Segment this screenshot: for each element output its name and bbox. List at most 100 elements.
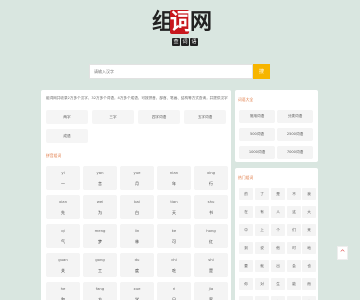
hot-tag[interactable]: 了	[255, 188, 269, 200]
hot-tag[interactable]: 生	[271, 278, 285, 290]
pinyin-cell[interactable]: xian 先	[46, 195, 80, 219]
hot-tag[interactable]: 对	[255, 278, 269, 290]
hot-tag[interactable]: 时	[287, 242, 301, 254]
pinyin-cell[interactable]: hong 红	[194, 224, 228, 248]
hot-tag[interactable]: 是	[271, 188, 285, 200]
hot-tag[interactable]: 个	[271, 224, 285, 236]
vocab-link[interactable]: 常用词语	[239, 110, 275, 123]
side-title: 热门组词	[238, 175, 254, 180]
pinyin-cell[interactable]: fang 方	[83, 282, 117, 300]
filter-button[interactable]: 成语	[46, 129, 88, 143]
logo-seal: 查 词 语	[172, 38, 198, 47]
pinyin-cell[interactable]: chi 吃	[157, 253, 191, 277]
search-input[interactable]	[89, 64, 253, 79]
hanzi-label: 气	[61, 239, 65, 244]
hot-tag[interactable]: 能	[287, 278, 301, 290]
hanzi-label: 年	[172, 181, 176, 186]
pinyin-cell[interactable]: yi 一	[46, 166, 80, 190]
pinyin-cell[interactable]: tian 天	[157, 195, 191, 219]
pinyin-cell[interactable]: yan 言	[83, 166, 117, 190]
pinyin-label: gong	[95, 257, 105, 262]
filter-button[interactable]: 三字	[92, 110, 134, 124]
pinyin-cell[interactable]: ri 日	[157, 282, 191, 300]
hot-tag[interactable]: 子	[239, 296, 253, 300]
hot-tag[interactable]: 你	[239, 278, 253, 290]
hot-tag[interactable]: 会	[287, 260, 301, 272]
hot-tag[interactable]: 上	[255, 224, 269, 236]
vocab-link[interactable]: 分类词语	[277, 110, 313, 123]
logo-char: 词	[170, 9, 193, 35]
filter-button[interactable]: 四字词语	[138, 110, 180, 124]
pinyin-cell[interactable]: shu 书	[194, 195, 228, 219]
hot-tag[interactable]: 地	[302, 242, 316, 254]
hanzi-label: 白	[135, 210, 139, 215]
hot-tag[interactable]: 的	[239, 188, 253, 200]
pinyin-cell[interactable]: du 度	[120, 253, 154, 277]
pinyin-cell[interactable]: shi 是	[194, 253, 228, 277]
filter-button[interactable]: 两字	[46, 110, 88, 124]
hot-tag[interactable]: 有	[255, 206, 269, 218]
pinyin-cell[interactable]: he 和	[46, 282, 80, 300]
vocab-link[interactable]: 500词语	[239, 128, 275, 141]
hanzi-label: 工	[98, 268, 102, 273]
vocab-link[interactable]: 7000词语	[277, 146, 313, 159]
pinyin-label: fang	[95, 286, 105, 291]
hot-tag[interactable]: 中	[239, 224, 253, 236]
hot-tag[interactable]: 大	[302, 206, 316, 218]
pinyin-label: chi	[171, 257, 177, 262]
pinyin-cell[interactable]: xing 行	[194, 166, 228, 190]
vocab-link[interactable]: 2500词语	[277, 128, 313, 141]
hot-tag[interactable]: 来	[302, 224, 316, 236]
search-bar: 搜	[89, 64, 270, 79]
hot-tag[interactable]: 我	[302, 188, 316, 200]
pinyin-label: jia	[208, 286, 214, 291]
hot-tag[interactable]: 出	[271, 260, 285, 272]
hanzi-label: 先	[61, 210, 65, 215]
pinyin-cell[interactable]: gong 工	[83, 253, 117, 277]
pinyin-cell[interactable]: guan 关	[46, 253, 80, 277]
pinyin-cell[interactable]: ke 可	[157, 224, 191, 248]
hot-tag[interactable]: 人	[271, 206, 285, 218]
pinyin-cell[interactable]: qi 气	[46, 224, 80, 248]
hot-tag[interactable]: 于	[287, 296, 301, 300]
pinyin-label: yue	[133, 170, 141, 175]
hot-tag[interactable]: 不	[287, 188, 301, 200]
seal-char: 词	[181, 38, 189, 46]
site-notice: 组词网共收录2万多个汉字、32万多个词语，4万多个成语，可按拼音、部首、笔画、结…	[46, 96, 228, 100]
hot-tag[interactable]: 着	[302, 296, 316, 300]
vocab-link[interactable]: 1000词语	[239, 146, 275, 159]
hot-tag[interactable]: 到	[239, 242, 253, 254]
hot-tag[interactable]: 说	[255, 242, 269, 254]
side-panel-hot: 热门组词 的了是不我在有人这大中上个们来到说他时地要就出会也你对生能而子那得于着	[235, 168, 318, 300]
pinyin-cell[interactable]: bai 白	[120, 195, 154, 219]
pinyin-cell[interactable]: wei 为	[83, 195, 117, 219]
hot-tag[interactable]: 他	[271, 242, 285, 254]
pinyin-cell[interactable]: yue 月	[120, 166, 154, 190]
hot-tag[interactable]: 们	[287, 224, 301, 236]
hanzi-label: 关	[61, 268, 65, 273]
hot-tag[interactable]: 就	[255, 260, 269, 272]
hot-tag[interactable]: 在	[239, 206, 253, 218]
pinyin-label: xue	[133, 286, 141, 291]
hot-tag[interactable]: 而	[302, 278, 316, 290]
search-button[interactable]: 搜	[253, 64, 270, 79]
pinyin-cell[interactable]: lin 林	[120, 224, 154, 248]
seal-char: 查	[172, 38, 180, 46]
hot-tag[interactable]: 得	[271, 296, 285, 300]
back-to-top-button[interactable]: ^	[337, 246, 348, 260]
seal-char: 语	[190, 38, 198, 46]
hanzi-label: 月	[135, 181, 139, 186]
hot-tag[interactable]: 要	[239, 260, 253, 272]
pinyin-cell[interactable]: jia 家	[194, 282, 228, 300]
hot-tag[interactable]: 那	[255, 296, 269, 300]
site-logo[interactable]: 组 词 网 查 词 语	[150, 8, 212, 50]
section-title: 拼音组词	[46, 153, 62, 158]
hot-tag[interactable]: 也	[302, 260, 316, 272]
hot-tag[interactable]: 这	[287, 206, 301, 218]
pinyin-label: hong	[206, 228, 216, 233]
hanzi-label: 为	[98, 210, 102, 215]
filter-button[interactable]: 五字词语	[184, 110, 226, 124]
pinyin-cell[interactable]: meng 梦	[83, 224, 117, 248]
pinyin-cell[interactable]: xue 学	[120, 282, 154, 300]
pinyin-cell[interactable]: nian 年	[157, 166, 191, 190]
